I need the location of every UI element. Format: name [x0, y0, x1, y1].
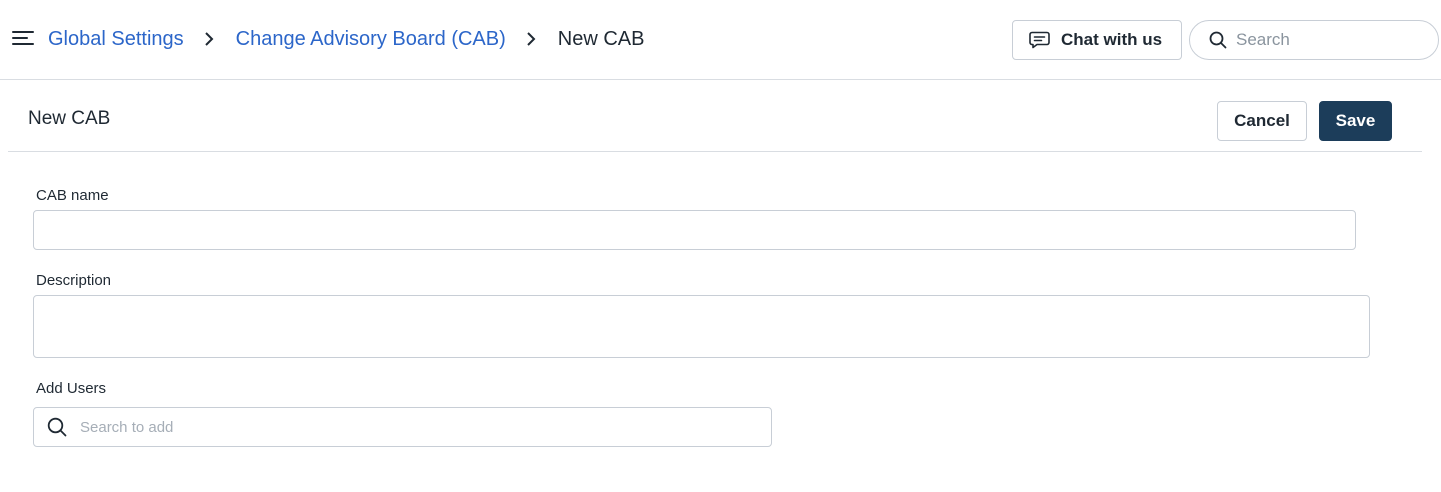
- add-users-label: Add Users: [36, 380, 107, 397]
- breadcrumb-current: New CAB: [557, 27, 645, 50]
- breadcrumb-change-advisory-board[interactable]: Change Advisory Board (CAB): [236, 28, 506, 51]
- new-cab-page: Global Settings Change Advisory Board (C…: [0, 0, 1441, 492]
- cancel-button[interactable]: Cancel: [1217, 101, 1307, 141]
- chat-with-us-button[interactable]: Chat with us: [1012, 20, 1182, 60]
- chat-bubble-icon: [1029, 31, 1050, 49]
- add-users-input[interactable]: [80, 418, 740, 436]
- chevron-right-icon: [526, 32, 536, 46]
- description-label: Description: [36, 272, 112, 289]
- chevron-right-icon: [204, 32, 214, 46]
- page-title: New CAB: [28, 108, 111, 129]
- hamburger-menu-icon[interactable]: [12, 28, 34, 48]
- form-header: New CAB Cancel Save: [8, 81, 1422, 152]
- cab-name-field[interactable]: [33, 210, 1356, 250]
- save-button[interactable]: Save: [1319, 101, 1392, 141]
- global-search: [1189, 20, 1439, 60]
- breadcrumb-global-settings[interactable]: Global Settings: [48, 28, 184, 51]
- description-field[interactable]: [33, 295, 1370, 358]
- breadcrumb: Global Settings Change Advisory Board (C…: [48, 25, 644, 53]
- chat-with-us-label: Chat with us: [1061, 30, 1163, 49]
- top-header: Global Settings Change Advisory Board (C…: [0, 0, 1441, 80]
- add-users-search: [33, 407, 772, 447]
- cab-name-label: CAB name: [36, 187, 109, 204]
- global-search-input[interactable]: [1236, 30, 1426, 50]
- search-icon: [1209, 31, 1227, 49]
- search-icon: [47, 417, 67, 437]
